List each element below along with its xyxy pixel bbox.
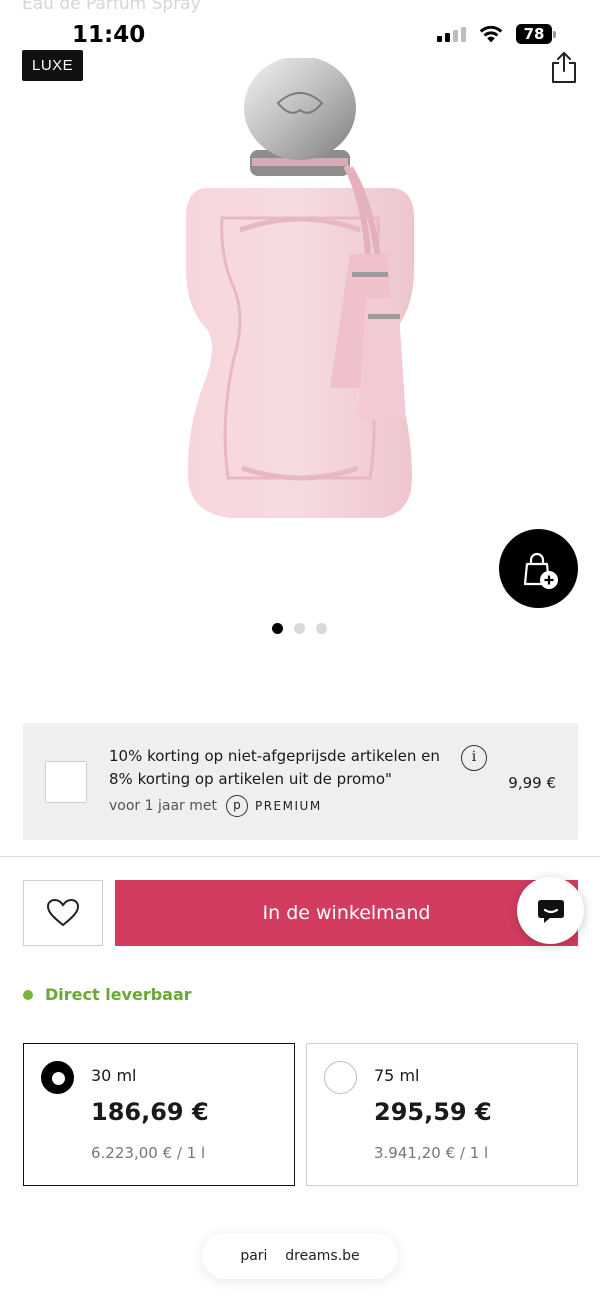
size-radio[interactable] [324,1061,357,1094]
add-to-bag-button[interactable] [499,529,578,608]
promo-price: 9,99 € [508,774,556,792]
size-price: 186,69 € [91,1098,209,1126]
premium-label: PREMIUM [254,799,322,813]
promo-subline-text: voor 1 jaar met [109,798,217,814]
availability-dot-icon [23,989,33,1000]
premium-promo-box: 10% korting op niet-afgeprijsde artikele… [23,723,578,840]
premium-checkbox[interactable] [45,761,87,803]
size-volume: 30 ml [91,1066,137,1085]
availability-text: Direct leverbaar [45,985,192,1004]
wifi-icon [479,25,503,42]
share-icon[interactable] [548,50,580,84]
promo-description: 10% korting op niet-afgeprijsde artikele… [109,747,440,788]
battery-level: 78 [516,24,552,44]
size-radio-selected[interactable] [41,1061,74,1094]
luxe-badge: LUXE [22,50,84,81]
premium-logo: p PREMIUM [225,795,322,817]
battery-icon: 78 [516,24,556,44]
add-to-bag-icon [523,552,558,589]
gallery-dot[interactable] [294,623,305,634]
size-unit-price: 6.223,00 € / 1 l [91,1144,206,1162]
status-time: 11:40 [72,22,146,48]
chat-icon [537,899,564,923]
size-option-75ml[interactable]: 75 ml 295,59 € 3.941,20 € / 1 l [306,1043,578,1186]
chat-button[interactable] [517,877,584,944]
section-divider [0,856,600,857]
browser-url-bar[interactable]: pari dreams.be [202,1233,398,1279]
promo-subline: voor 1 jaar met p PREMIUM [109,795,322,817]
status-bar: 11:40 78 [0,0,600,56]
size-price: 295,59 € [374,1098,492,1126]
size-option-30ml[interactable]: 30 ml 186,69 € 6.223,00 € / 1 l [23,1043,295,1186]
size-volume: 75 ml [374,1066,420,1085]
signal-icon [437,26,466,42]
gallery-dot[interactable] [316,623,327,634]
add-to-cart-button[interactable]: In de winkelmand [115,880,578,946]
status-icons: 78 [437,24,556,44]
premium-mark-icon: p [225,795,248,817]
wishlist-button[interactable] [23,880,103,946]
size-unit-price: 3.941,20 € / 1 l [374,1144,489,1162]
perfume-bottle-image [186,58,414,518]
gallery-dot[interactable] [272,623,283,634]
info-icon[interactable]: i [461,745,487,771]
gallery-pagination [272,623,327,634]
availability-status: Direct leverbaar [23,985,192,1004]
heart-icon [46,898,80,927]
